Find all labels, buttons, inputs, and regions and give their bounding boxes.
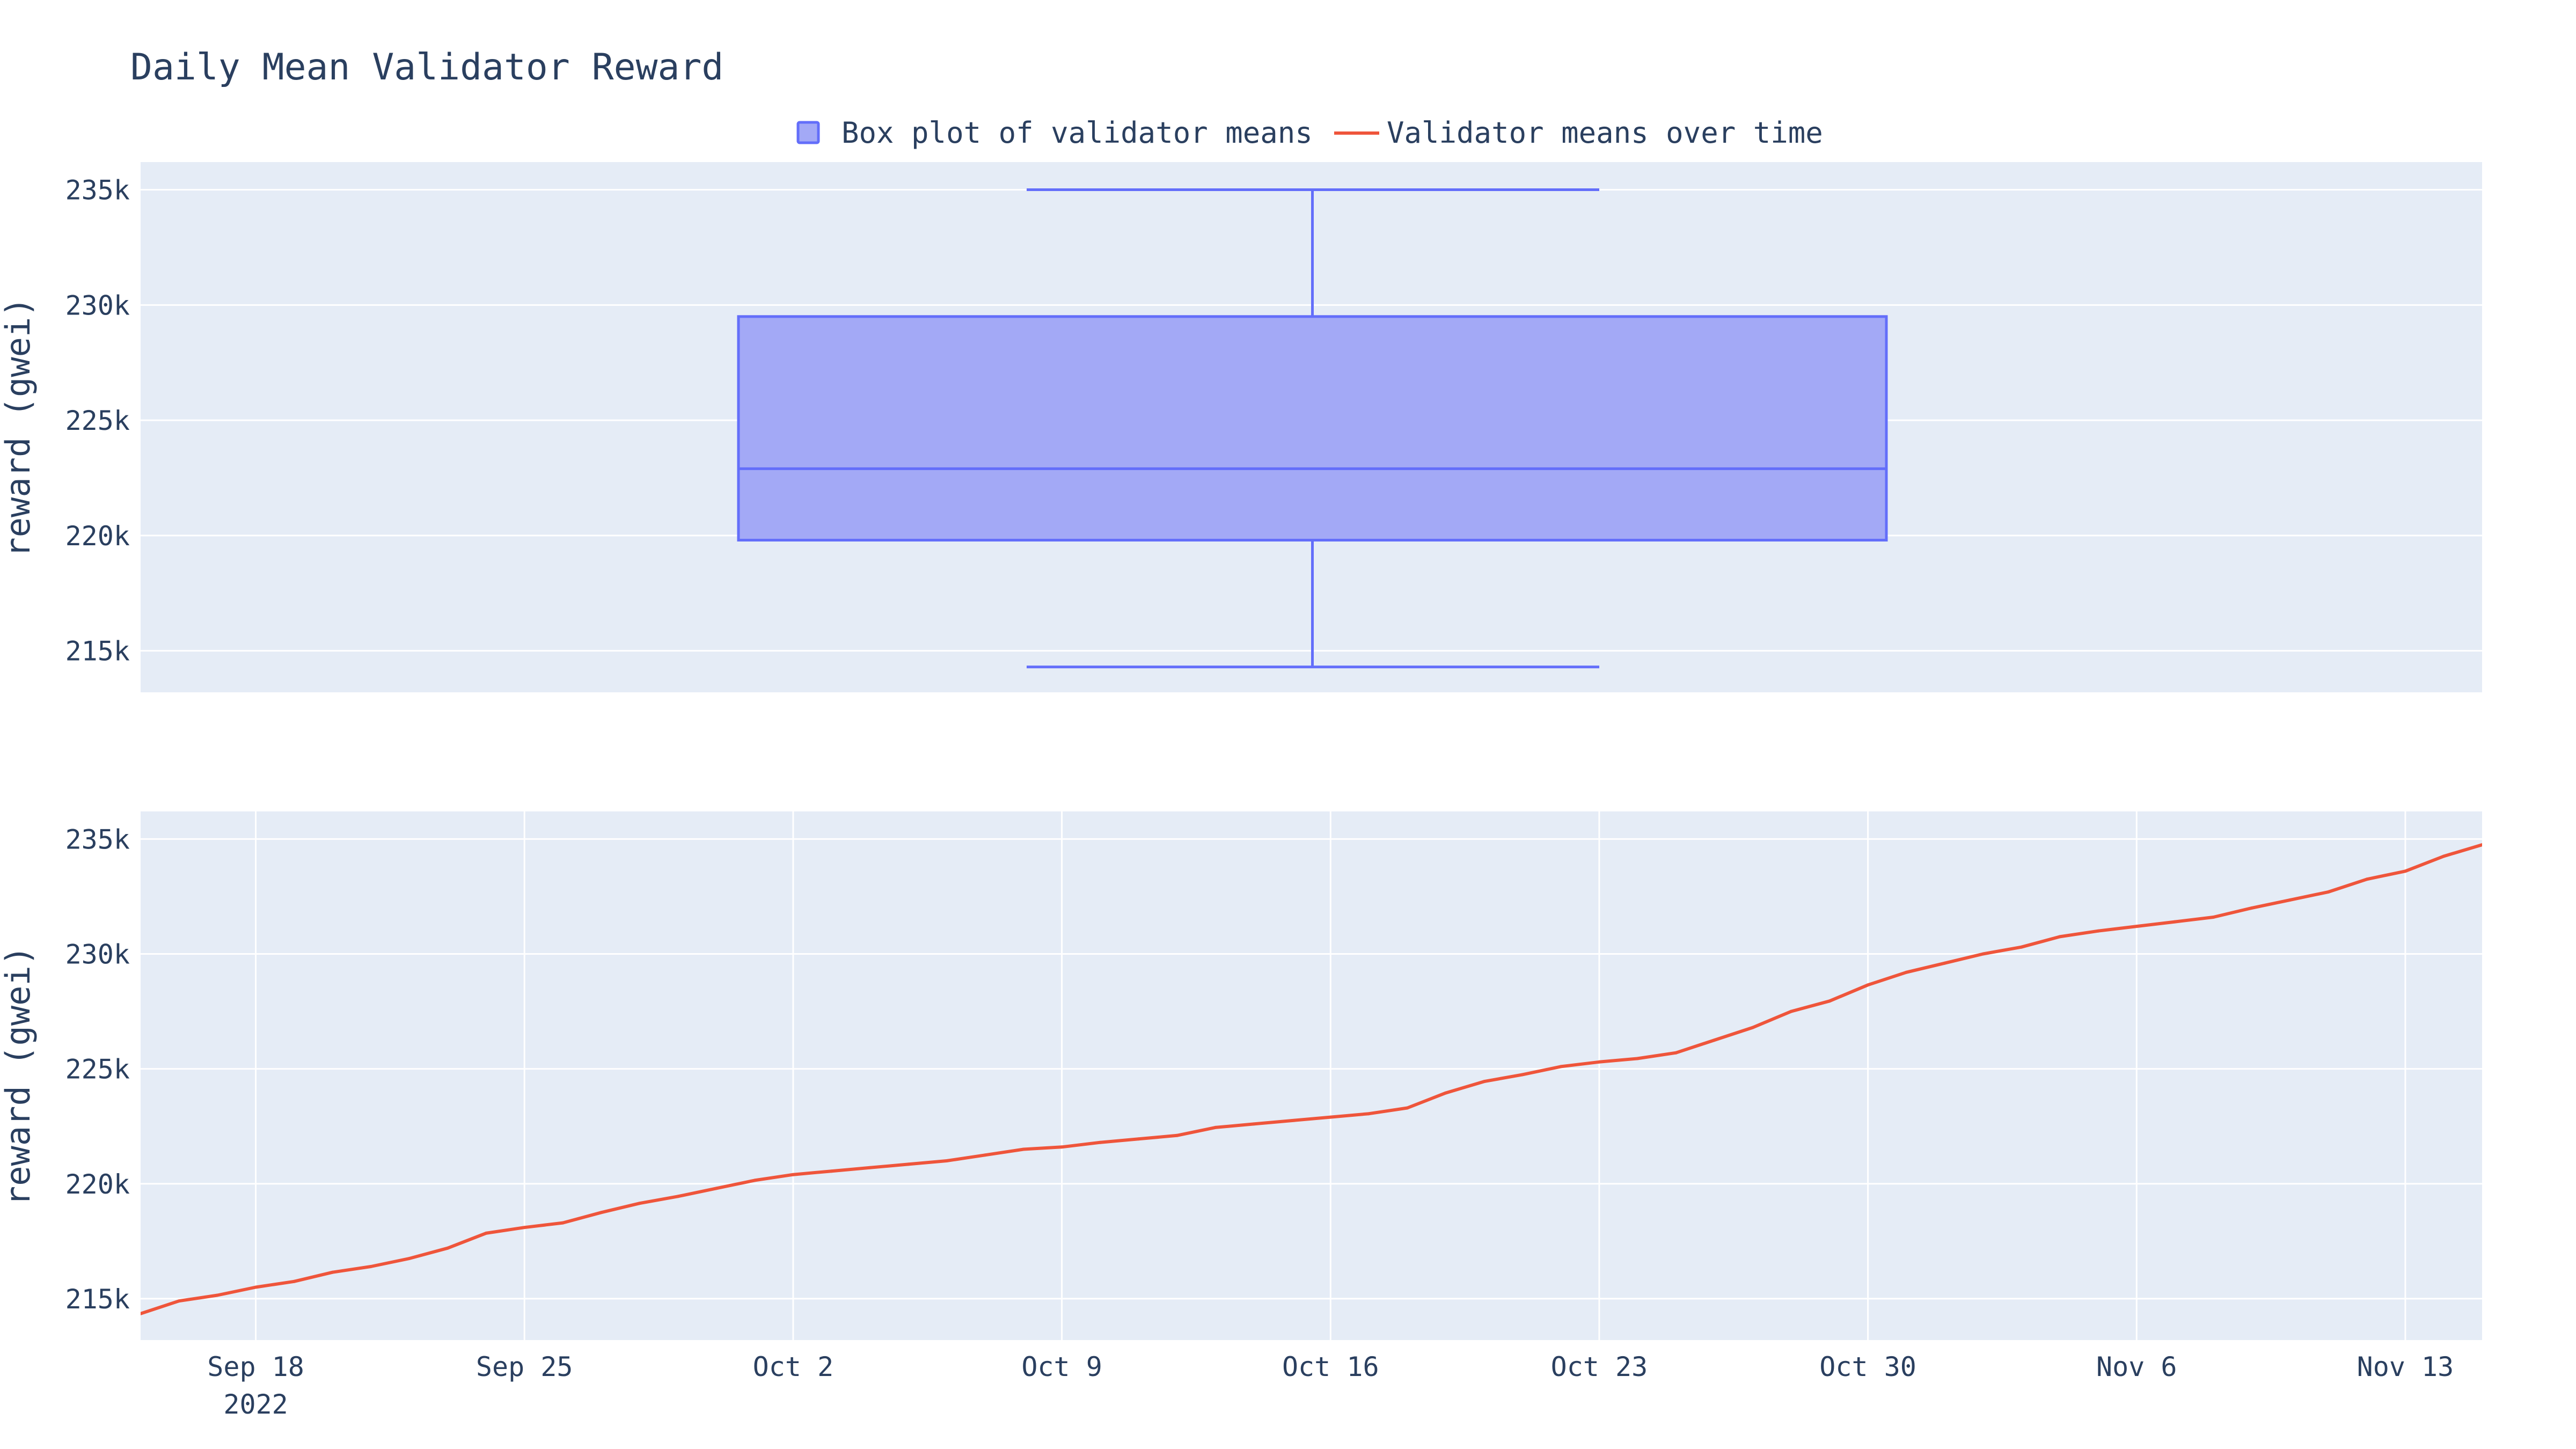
box-y-tick-label: 220k — [65, 521, 130, 552]
line-data-point — [1099, 1140, 1102, 1144]
line-data-point — [2288, 898, 2292, 902]
box-iqr — [737, 315, 1888, 541]
line-data-point — [1905, 970, 1908, 974]
line-x-tick-label: Oct 16 — [1282, 1351, 1379, 1382]
line-data-point — [407, 1257, 411, 1260]
line-y-axis-label: reward (gwei) — [0, 946, 38, 1206]
line-data-point — [1329, 1115, 1333, 1119]
line-x-tick-label: Oct 2 — [753, 1351, 834, 1382]
line-data-point — [177, 1299, 181, 1303]
line-data-point — [446, 1246, 450, 1250]
line-data-point — [714, 1187, 718, 1190]
box-y-axis-label: reward (gwei) — [0, 297, 38, 557]
line-data-point — [1175, 1133, 1179, 1137]
line-data-point — [2250, 906, 2253, 910]
line-y-tick-label: 220k — [65, 1169, 130, 1200]
line-data-point — [2212, 916, 2215, 919]
line-x-tick-label: Sep 25 — [476, 1351, 573, 1382]
line-data-point — [1981, 952, 1985, 956]
line-data-point — [868, 1166, 872, 1169]
line-data-point — [945, 1159, 948, 1162]
line-data-point — [1789, 1009, 1793, 1013]
line-data-point — [1060, 1145, 1064, 1149]
line-x-tick-label: Oct 23 — [1551, 1351, 1648, 1382]
line-data-point — [1137, 1137, 1140, 1141]
line-data-point — [1213, 1125, 1217, 1129]
line-data-point — [2404, 869, 2407, 873]
line-data-point — [2135, 925, 2139, 928]
line-data-point — [1636, 1057, 1640, 1060]
line-data-point — [830, 1169, 833, 1173]
box-y-tick-label: 230k — [65, 290, 130, 321]
line-data-point — [1559, 1065, 1563, 1069]
legend-box-swatch[interactable] — [796, 121, 820, 144]
line-data-point — [1943, 961, 1946, 965]
box-y-tick-label: 215k — [65, 636, 130, 667]
line-y-tick-label: 215k — [65, 1284, 130, 1315]
line-data-point — [1367, 1112, 1371, 1116]
line-data-point — [599, 1211, 603, 1214]
line-data-point — [216, 1293, 219, 1297]
line-data-point — [1828, 999, 1832, 1003]
line-data-point — [791, 1173, 795, 1176]
line-data-point — [561, 1221, 565, 1225]
line-data-point — [1252, 1122, 1256, 1126]
line-data-point — [1597, 1060, 1601, 1064]
line-x-tick-label: Sep 18 — [207, 1351, 304, 1382]
line-data-point — [906, 1162, 910, 1166]
line-data-point — [753, 1179, 757, 1182]
line-data-point — [1290, 1119, 1294, 1122]
line-data-point — [638, 1202, 641, 1205]
chart-title: Daily Mean Validator Reward — [130, 46, 723, 89]
box-y-tick-label: 235k — [65, 175, 130, 206]
line-x-tick-label: Oct 9 — [1021, 1351, 1102, 1382]
legend-box-label[interactable]: Box plot of validator means — [841, 116, 1313, 150]
line-data-point — [2096, 929, 2100, 933]
line-data-point — [2058, 935, 2062, 939]
legend[interactable]: Box plot of validator means Validator me… — [778, 107, 1838, 161]
line-data-point — [2442, 854, 2446, 858]
line-plot-area — [141, 811, 2482, 1340]
line-data-point — [484, 1231, 488, 1235]
line-y-tick-label: 225k — [65, 1054, 130, 1085]
line-data-point — [2019, 945, 2023, 949]
line-data-point — [1444, 1091, 1447, 1095]
line-x-tick-label: Nov 13 — [2357, 1351, 2454, 1382]
line-data-point — [1482, 1080, 1486, 1084]
line-x-tick-label: Nov 6 — [2096, 1351, 2177, 1382]
line-data-point — [331, 1270, 334, 1274]
line-data-point — [2480, 843, 2482, 847]
line-data-point — [983, 1153, 987, 1157]
box-plot-panel: 215k 220k 225k 230k 235k reward (gwei) — [0, 162, 2482, 692]
line-data-point — [1674, 1051, 1678, 1055]
legend-line-label[interactable]: Validator means over time — [1387, 116, 1823, 150]
line-data-point — [1751, 1026, 1754, 1029]
line-data-point — [1406, 1106, 1409, 1110]
line-data-point — [1022, 1147, 1026, 1151]
line-data-point — [676, 1195, 680, 1198]
line-data-point — [292, 1279, 296, 1283]
line-y-tick-label: 230k — [65, 939, 130, 970]
line-data-point — [1713, 1038, 1716, 1042]
line-data-point — [254, 1285, 258, 1289]
line-chart-panel: 215k 220k 225k 230k 235k Sep 18 Sep 25 Oct 2 Oct… — [0, 811, 2482, 1420]
line-data-point — [523, 1226, 526, 1230]
box-y-tick-label: 225k — [65, 405, 130, 436]
line-data-point — [2326, 890, 2330, 894]
line-y-tick-label: 235k — [65, 824, 130, 855]
line-data-point — [1866, 983, 1870, 987]
line-data-point — [141, 1312, 142, 1315]
line-x-tick-label: Oct 30 — [1819, 1351, 1916, 1382]
line-data-point — [2173, 920, 2177, 924]
line-data-point — [1520, 1073, 1524, 1077]
line-data-point — [2365, 877, 2369, 881]
line-x-year-label: 2022 — [223, 1389, 288, 1420]
figure: Daily Mean Validator Reward Box plot of … — [0, 46, 2482, 1420]
line-data-point — [369, 1265, 373, 1268]
